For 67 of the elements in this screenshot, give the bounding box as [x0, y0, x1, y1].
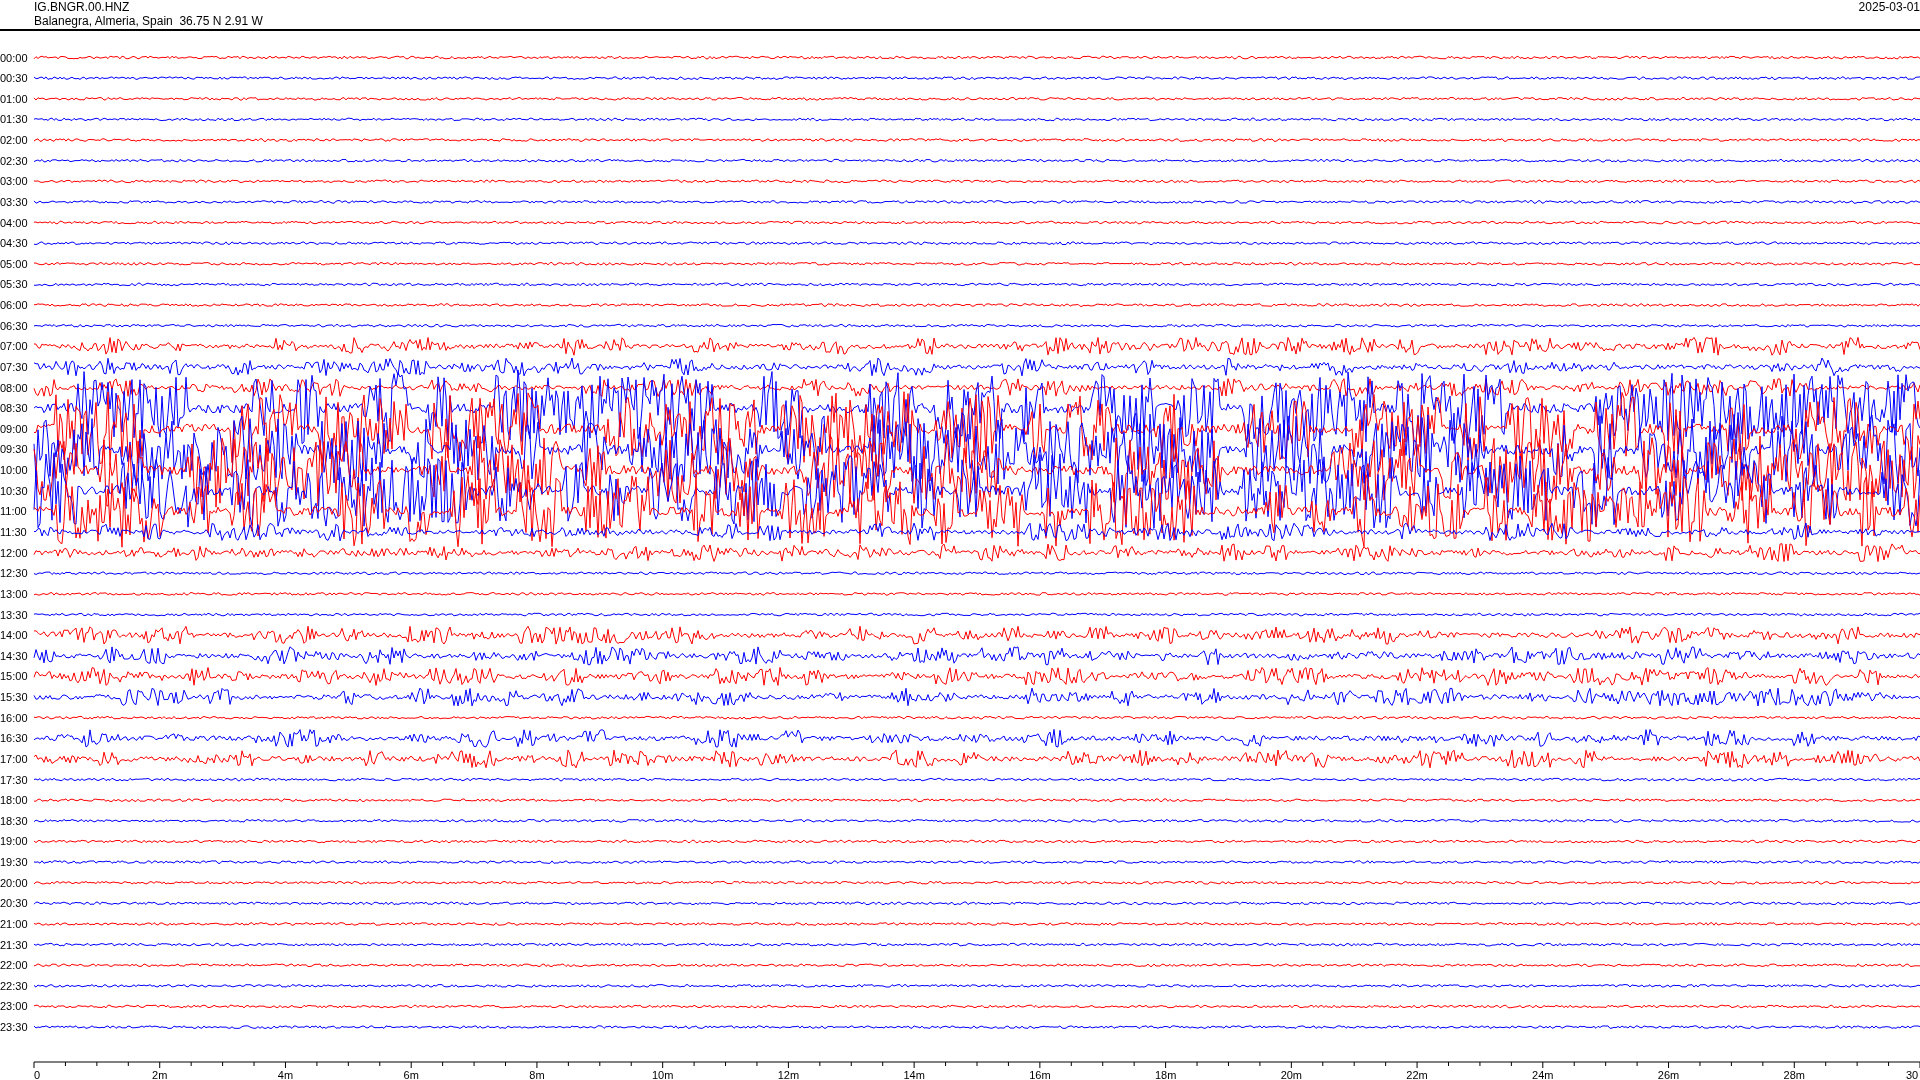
time-label: 03:30: [0, 195, 28, 208]
station-location: Balanegra, Almeria, Spain 36.75 N 2.91 W: [34, 14, 263, 28]
time-label: 17:00: [0, 752, 28, 765]
time-label: 01:30: [0, 113, 28, 126]
time-label: 10:00: [0, 464, 28, 477]
time-label: 13:30: [0, 608, 28, 621]
time-label: 08:00: [0, 381, 28, 394]
time-label: 18:00: [0, 794, 28, 807]
time-label: 21:00: [0, 917, 28, 930]
tick-label: 16m: [1029, 1069, 1051, 1080]
time-label: 20:00: [0, 876, 28, 889]
time-label: 02:30: [0, 154, 28, 167]
time-label: 19:00: [0, 835, 28, 848]
time-label: 03:00: [0, 175, 28, 188]
time-label: 15:00: [0, 670, 28, 683]
time-label: 08:30: [0, 402, 28, 415]
tick-label: 6m: [403, 1069, 419, 1080]
tick-label: 18m: [1154, 1069, 1177, 1080]
time-label: 16:00: [0, 711, 28, 724]
time-label: 10:30: [0, 484, 28, 497]
tick-label: 2m: [152, 1069, 168, 1080]
time-label: 05:00: [0, 257, 28, 270]
tick-label: 8m: [529, 1069, 545, 1080]
time-label: 21:30: [0, 938, 28, 951]
tick-label: 22m: [1406, 1069, 1428, 1080]
tick-label: 26m: [1657, 1069, 1680, 1080]
time-label: 06:30: [0, 319, 28, 332]
tick-label: 14m: [903, 1069, 925, 1080]
time-label: 22:30: [0, 979, 28, 992]
time-label: 19:30: [0, 856, 28, 869]
time-label: 05:30: [0, 278, 28, 291]
tick-label: 0: [34, 1069, 41, 1080]
time-label: 09:30: [0, 443, 28, 456]
time-label: 13:00: [0, 587, 28, 600]
record-date: 2025-03-01: [1858, 0, 1920, 16]
tick-label: 4m: [277, 1069, 294, 1080]
time-label: 12:00: [0, 546, 28, 559]
time-label: 04:30: [0, 237, 28, 250]
time-label: 11:00: [0, 505, 27, 518]
time-label: 04:00: [0, 216, 28, 229]
time-label: 12:30: [0, 567, 28, 580]
tick-label: 10m: [651, 1069, 674, 1080]
station-code: IG.BNGR.00.HNZ: [34, 0, 131, 14]
time-label: 00:00: [0, 51, 28, 64]
time-label: 16:30: [0, 732, 28, 745]
tick-label: 12m: [777, 1069, 800, 1080]
time-label: 09:00: [0, 422, 28, 435]
time-label: 23:00: [0, 1000, 28, 1013]
time-label: 17:30: [0, 773, 28, 786]
time-label: 15:30: [0, 691, 28, 704]
time-label: 07:30: [0, 360, 28, 373]
time-label: 02:00: [0, 134, 28, 146]
time-label: 22:00: [0, 959, 28, 972]
time-label: 23:30: [0, 1021, 28, 1034]
time-label: 18:30: [0, 814, 28, 827]
time-label: 00:30: [0, 72, 28, 85]
tick-label: 30: [1906, 1069, 1919, 1080]
time-label: 20:30: [0, 897, 28, 910]
tick-label: 20m: [1280, 1069, 1303, 1080]
tick-label: 28m: [1783, 1069, 1805, 1080]
time-label: 07:00: [0, 340, 28, 353]
time-label: 14:30: [0, 649, 28, 662]
time-label: 11:30: [0, 526, 27, 538]
time-label: 06:00: [0, 299, 28, 312]
time-label: 01:00: [0, 92, 28, 105]
time-label: 14:00: [0, 629, 28, 642]
tick-label: 24m: [1532, 1069, 1554, 1080]
